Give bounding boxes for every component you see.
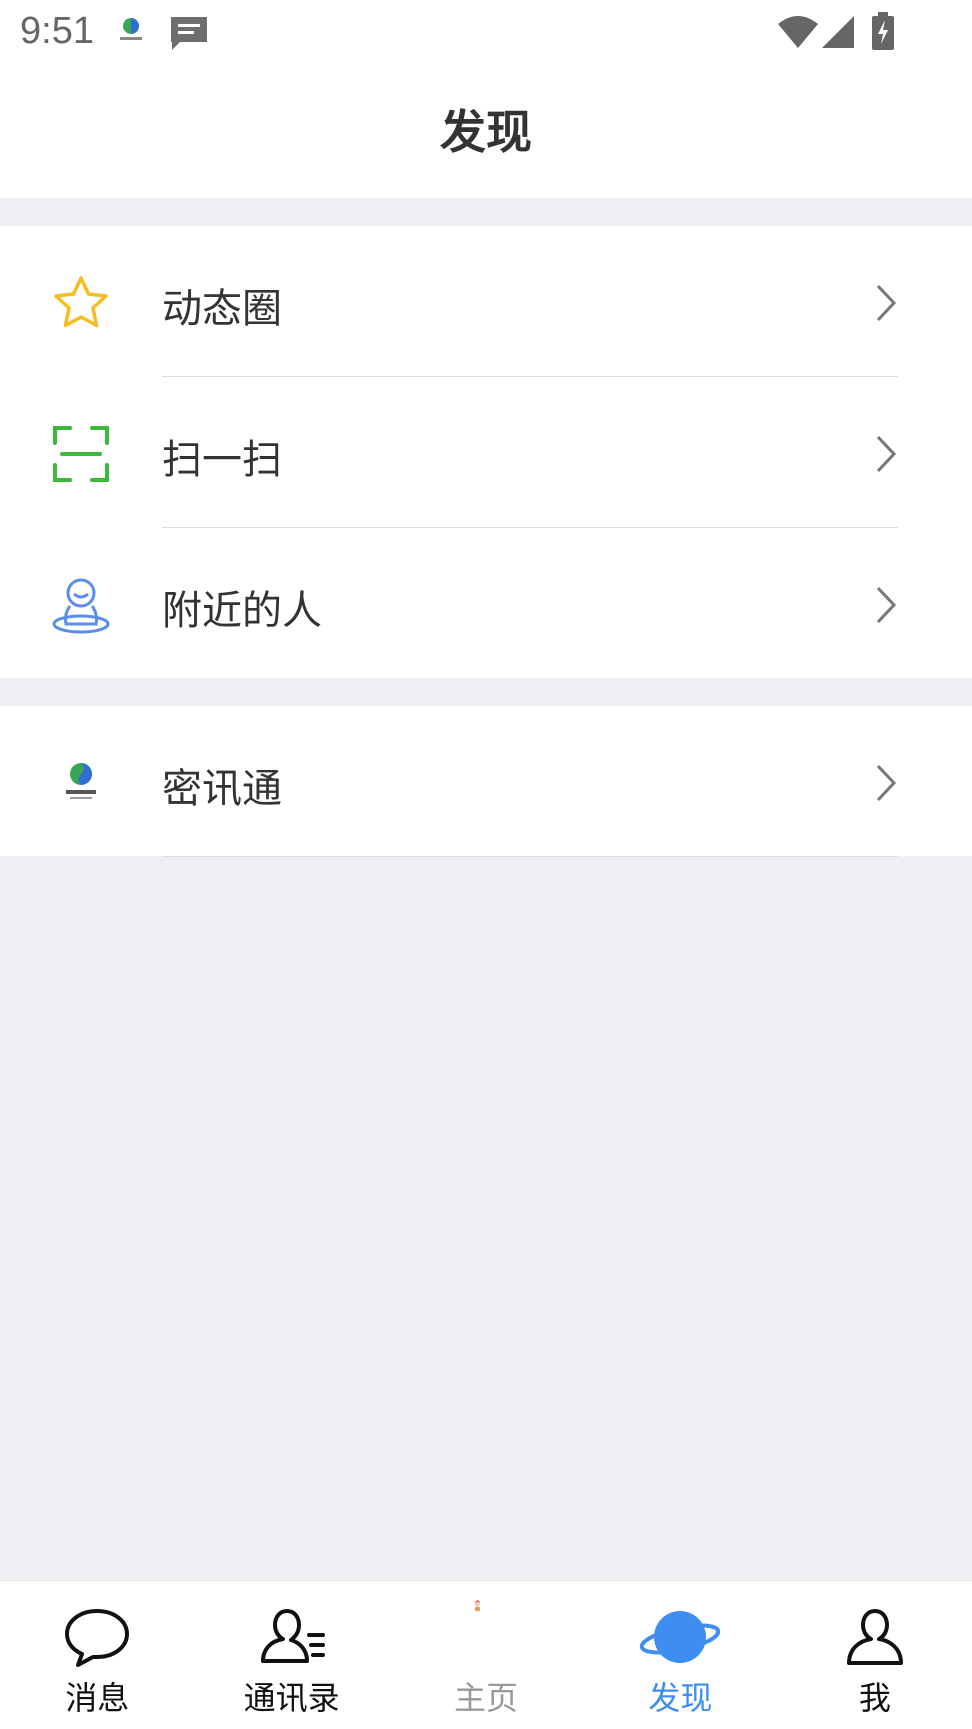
tab-discover[interactable]: 发现 bbox=[583, 1581, 777, 1729]
discover-group-1: 动态圈 扫一扫 附近的人 bbox=[0, 226, 972, 678]
chat-bubble-icon bbox=[65, 1609, 130, 1667]
chevron-right-icon bbox=[876, 586, 897, 624]
chevron-right-icon bbox=[876, 435, 897, 473]
tab-home-label: 主页 bbox=[454, 1679, 519, 1717]
tab-messages[interactable]: 消息 bbox=[0, 1581, 194, 1729]
wifi-icon bbox=[778, 16, 818, 48]
contacts-icon bbox=[260, 1609, 325, 1663]
nearby-people-label: 附近的人 bbox=[162, 588, 322, 634]
status-bar: 9:51 bbox=[0, 0, 972, 66]
home-avatar-icon bbox=[474, 1600, 481, 1612]
person-icon bbox=[846, 1609, 903, 1665]
tab-me[interactable]: 我 bbox=[778, 1581, 972, 1729]
battery-charging-icon bbox=[872, 12, 894, 50]
bottom-tab-bar: 消息 通讯录 主页 发现 我 bbox=[0, 1580, 972, 1729]
scan-row[interactable]: 扫一扫 bbox=[0, 377, 972, 528]
chevron-right-icon bbox=[876, 284, 897, 322]
cell-signal-icon bbox=[822, 16, 854, 48]
message-notification-icon bbox=[171, 17, 207, 50]
tab-messages-label: 消息 bbox=[65, 1679, 130, 1717]
moments-row[interactable]: 动态圈 bbox=[0, 226, 972, 377]
tab-home[interactable]: 主页 bbox=[389, 1581, 583, 1729]
tab-me-label: 我 bbox=[858, 1679, 891, 1717]
tab-contacts[interactable]: 通讯录 bbox=[194, 1581, 388, 1729]
page-title: 发现 bbox=[440, 105, 532, 159]
mixuntong-label: 密讯通 bbox=[162, 766, 282, 812]
tab-contacts-label: 通讯录 bbox=[243, 1679, 340, 1717]
divider bbox=[162, 856, 898, 857]
discover-group-2: 密讯通 bbox=[0, 706, 972, 857]
mixuntong-row[interactable]: 密讯通 bbox=[0, 706, 972, 857]
status-time: 9:51 bbox=[20, 10, 94, 52]
mixuntong-app-icon bbox=[120, 18, 142, 40]
moments-label: 动态圈 bbox=[162, 286, 282, 332]
scan-icon bbox=[53, 426, 109, 482]
nearby-person-icon bbox=[52, 578, 110, 634]
planet-icon bbox=[640, 1611, 721, 1663]
nearby-people-row[interactable]: 附近的人 bbox=[0, 528, 972, 679]
mixuntong-logo-icon bbox=[66, 763, 96, 799]
tab-discover-label: 发现 bbox=[648, 1679, 713, 1717]
chevron-right-icon bbox=[876, 764, 897, 802]
star-icon bbox=[54, 276, 108, 328]
title-bar: 发现 bbox=[0, 66, 972, 198]
scan-label: 扫一扫 bbox=[162, 437, 282, 483]
